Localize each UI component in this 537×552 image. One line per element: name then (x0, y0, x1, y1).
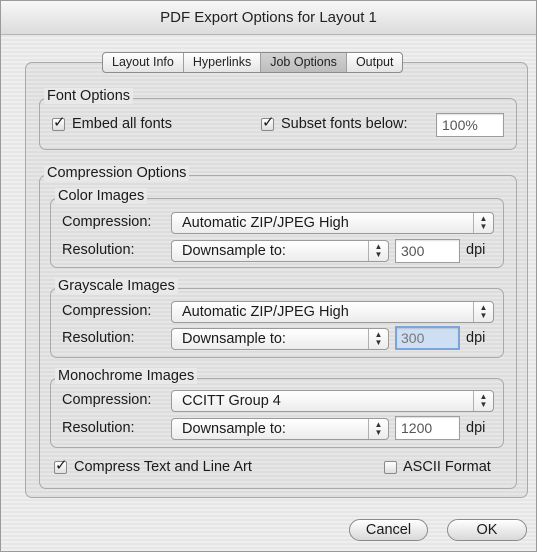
monochrome-compression-select[interactable]: CCITT Group 4 ▲ ▼ (171, 390, 494, 412)
compress-text-checkbox[interactable]: ✓ (54, 457, 68, 474)
tab-hyperlinks[interactable]: Hyperlinks (184, 53, 262, 72)
window-title: PDF Export Options for Layout 1 (1, 1, 536, 35)
color-resolution-value: Downsample to: (182, 243, 286, 259)
color-resolution-label: Resolution: (62, 242, 135, 258)
grayscale-resolution-value: Downsample to: (182, 331, 286, 347)
ascii-format-checkbox[interactable] (384, 461, 397, 474)
ok-button[interactable]: OK (447, 519, 527, 541)
check-mark-icon: ✓ (55, 457, 68, 474)
tab-layout-info[interactable]: Layout Info (103, 53, 184, 72)
grayscale-compression-label: Compression: (62, 303, 152, 319)
popup-arrows-icon: ▲ ▼ (368, 241, 388, 261)
color-dpi-input[interactable]: 300 (395, 239, 460, 263)
popup-arrows-icon: ▲ ▼ (368, 329, 388, 349)
cancel-button[interactable]: Cancel (349, 519, 428, 541)
grayscale-dpi-input[interactable]: 300 (395, 326, 460, 350)
compress-text-label: Compress Text and Line Art (74, 459, 252, 475)
monochrome-dpi-input[interactable]: 1200 (395, 416, 460, 440)
color-images-title: Color Images (55, 188, 148, 204)
font-options-title: Font Options (44, 88, 134, 104)
pdf-export-options-window: PDF Export Options for Layout 1 Layout I… (0, 0, 537, 552)
embed-all-fonts-checkbox[interactable]: ✓ (52, 114, 66, 131)
check-mark-icon: ✓ (53, 114, 66, 131)
color-compression-select[interactable]: Automatic ZIP/JPEG High ▲ ▼ (171, 212, 494, 234)
monochrome-resolution-label: Resolution: (62, 420, 135, 436)
embed-all-fonts-label: Embed all fonts (72, 116, 172, 132)
compression-options-title: Compression Options (44, 165, 190, 181)
subset-fonts-label: Subset fonts below: (281, 116, 408, 132)
grayscale-compression-value: Automatic ZIP/JPEG High (182, 304, 349, 320)
monochrome-resolution-select[interactable]: Downsample to: ▲ ▼ (171, 418, 389, 440)
subset-fonts-percent-input[interactable]: 100% (436, 113, 504, 137)
tab-output[interactable]: Output (347, 53, 403, 72)
color-resolution-select[interactable]: Downsample to: ▲ ▼ (171, 240, 389, 262)
ascii-format-label: ASCII Format (403, 459, 491, 475)
tab-job-options[interactable]: Job Options (261, 53, 347, 72)
color-dpi-unit: dpi (466, 242, 486, 258)
grayscale-dpi-unit: dpi (466, 330, 486, 346)
monochrome-compression-label: Compression: (62, 392, 152, 408)
monochrome-images-title: Monochrome Images (55, 368, 198, 384)
grayscale-resolution-select[interactable]: Downsample to: ▲ ▼ (171, 328, 389, 350)
popup-arrows-icon: ▲ ▼ (473, 302, 493, 322)
color-compression-value: Automatic ZIP/JPEG High (182, 215, 349, 231)
grayscale-resolution-label: Resolution: (62, 330, 135, 346)
grayscale-compression-select[interactable]: Automatic ZIP/JPEG High ▲ ▼ (171, 301, 494, 323)
check-mark-icon: ✓ (262, 114, 275, 131)
monochrome-dpi-unit: dpi (466, 420, 486, 436)
popup-arrows-icon: ▲ ▼ (473, 391, 493, 411)
popup-arrows-icon: ▲ ▼ (473, 213, 493, 233)
grayscale-images-title: Grayscale Images (55, 278, 178, 294)
monochrome-compression-value: CCITT Group 4 (182, 393, 281, 409)
color-compression-label: Compression: (62, 214, 152, 230)
tab-bar: Layout Info Hyperlinks Job Options Outpu… (102, 52, 404, 73)
subset-fonts-checkbox[interactable]: ✓ (261, 114, 275, 131)
monochrome-resolution-value: Downsample to: (182, 421, 286, 437)
popup-arrows-icon: ▲ ▼ (368, 419, 388, 439)
